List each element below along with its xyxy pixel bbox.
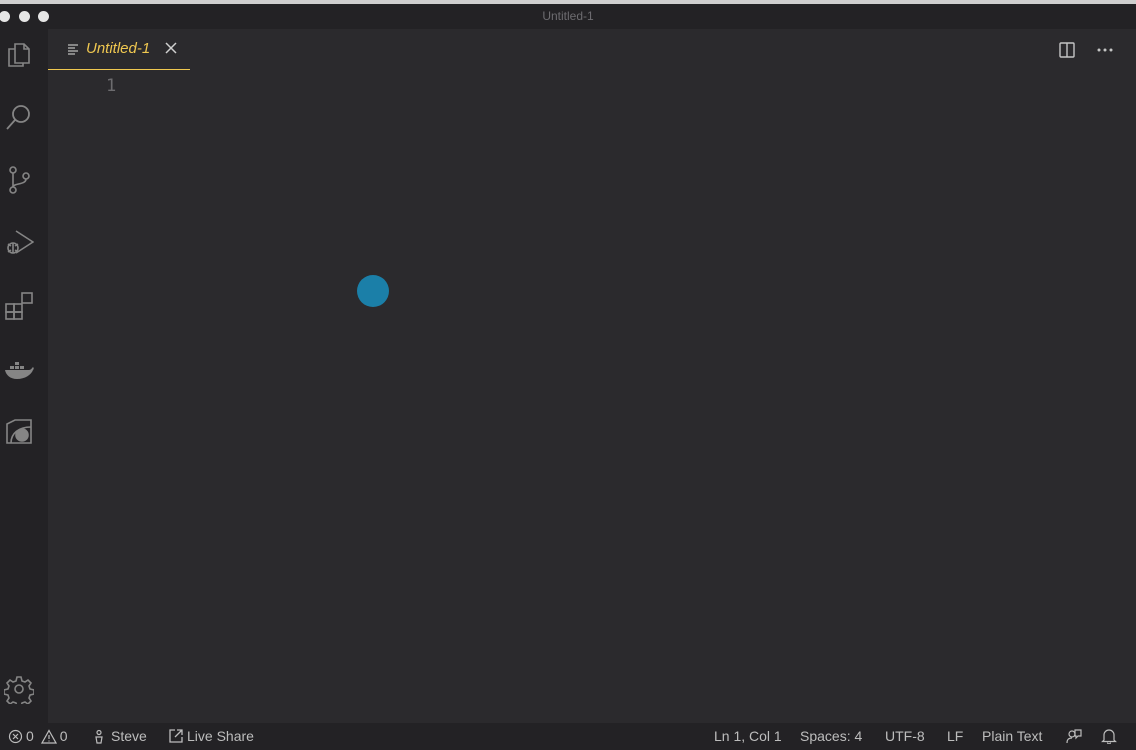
window-title: Untitled-1 [542,9,594,23]
remote-explorer-icon[interactable] [4,416,34,446]
cursor-highlight [357,275,389,307]
more-actions-icon[interactable] [1096,41,1114,59]
warning-count: 0 [59,728,68,744]
docker-icon[interactable] [4,354,34,384]
activity-bar [0,29,48,723]
explorer-icon[interactable] [4,40,34,70]
tab-bar: Untitled-1 [48,29,1136,70]
file-lines-icon [68,44,78,55]
user-name: Steve [111,728,147,744]
indentation-setting[interactable]: Spaces: 4 [800,728,862,744]
search-icon[interactable] [4,102,34,132]
tab-untitled-1[interactable]: Untitled-1 [48,29,190,70]
split-editor-icon[interactable] [1058,41,1076,59]
encoding-setting[interactable]: UTF-8 [885,728,925,744]
tab-label: Untitled-1 [86,40,151,57]
close-icon[interactable] [164,41,178,55]
error-icon [8,729,23,743]
person-icon [95,729,103,744]
live-share-label: Live Share [187,728,254,744]
live-share-icon [169,729,183,743]
source-control-icon[interactable] [4,165,34,195]
notifications-icon[interactable] [1101,728,1117,744]
warning-icon [40,728,57,744]
eol-setting[interactable]: LF [947,728,963,744]
run-debug-icon[interactable] [4,227,35,257]
gear-icon[interactable] [3,674,35,708]
extensions-icon[interactable] [4,290,34,320]
language-mode[interactable]: Plain Text [982,728,1042,744]
live-share-button[interactable]: Live Share [168,728,254,744]
problems-indicator[interactable]: 0 0 [8,728,68,744]
line-number: 1 [106,76,117,96]
error-count: 0 [26,728,34,744]
status-bar: 0 0 Steve Live Share Ln 1, Col 1 Spaces:… [0,723,1136,750]
cursor-position[interactable]: Ln 1, Col 1 [714,728,782,744]
title-bar: Untitled-1 [0,0,1136,29]
feedback-icon[interactable] [1066,728,1082,744]
account-indicator[interactable]: Steve [93,728,147,744]
